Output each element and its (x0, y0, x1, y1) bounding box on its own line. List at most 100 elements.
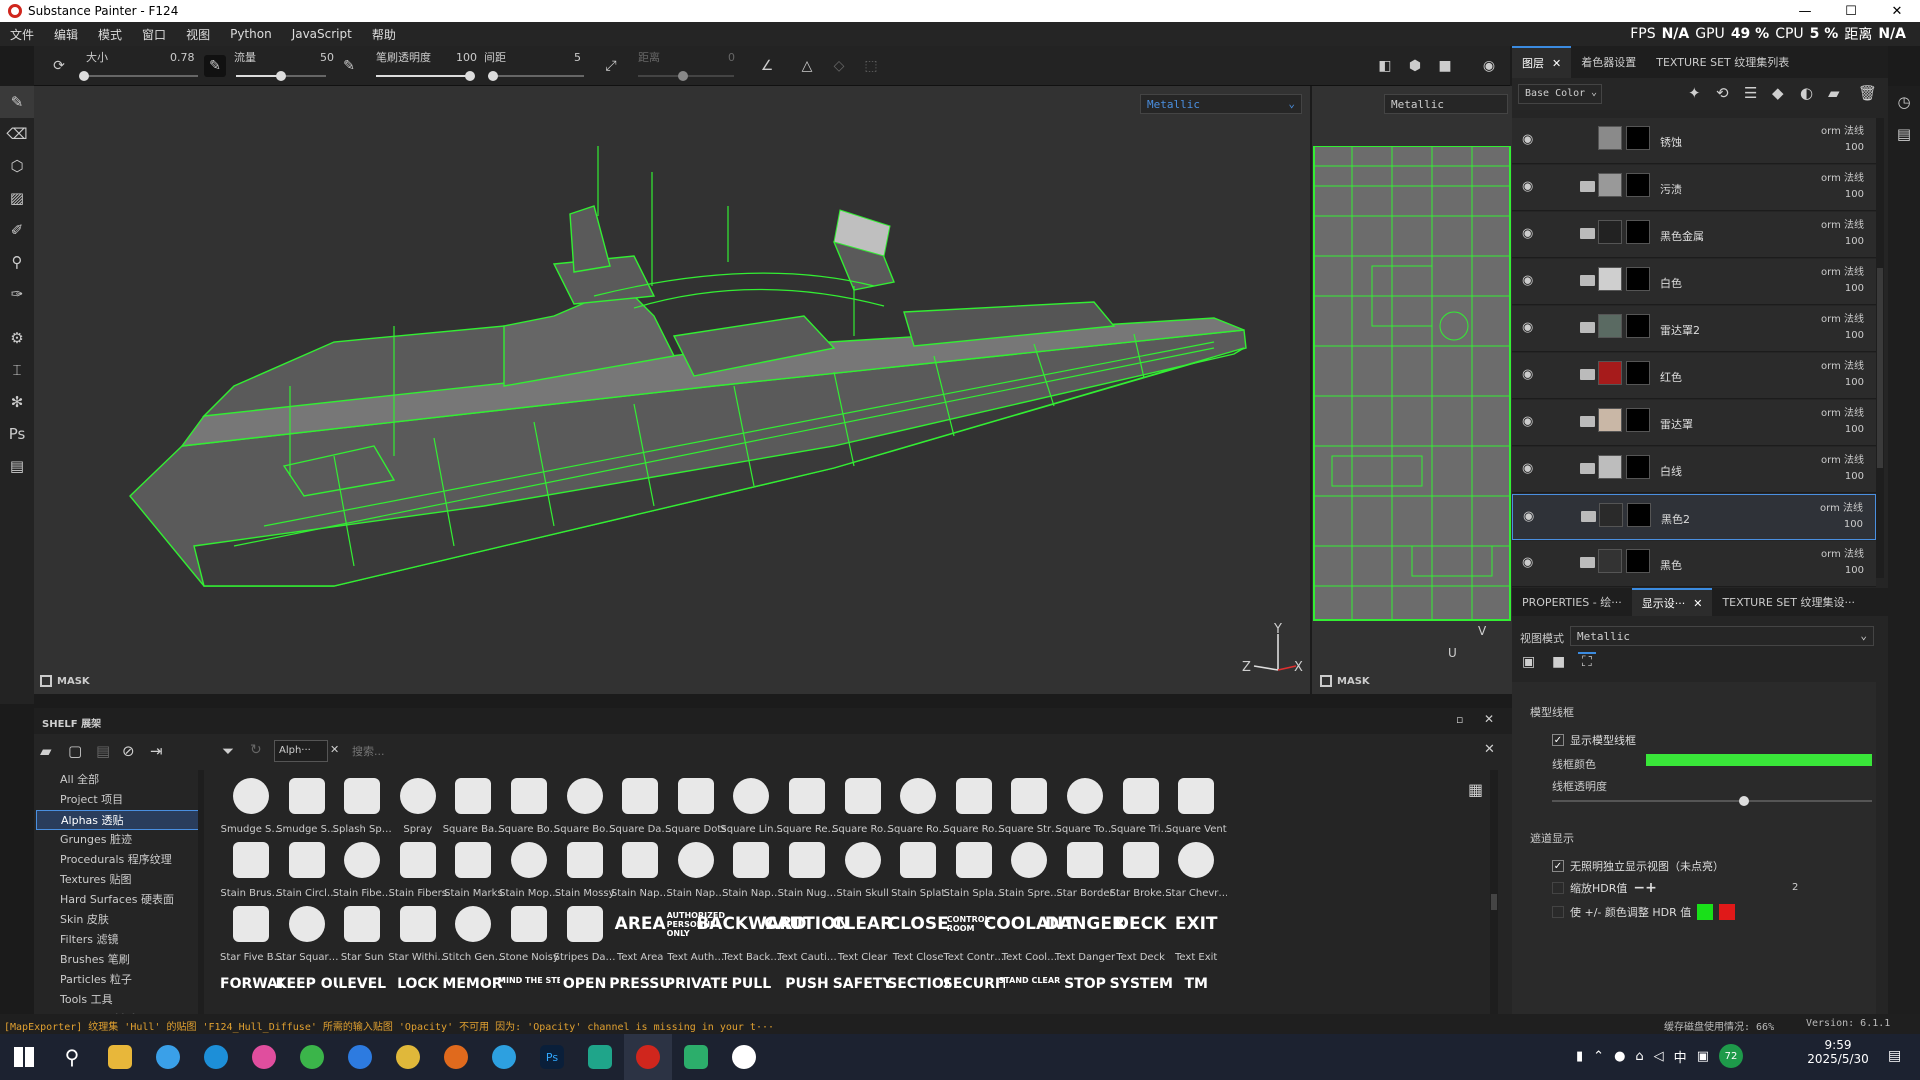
layer-opacity[interactable]: 100 (1845, 330, 1864, 341)
jitter-slider[interactable] (638, 71, 734, 81)
photoshop-taskbar-icon[interactable]: Ps (528, 1034, 576, 1080)
opacity-value[interactable]: 100 (456, 51, 477, 64)
tab-layers[interactable]: 图层 ✕ (1512, 46, 1572, 78)
clear-filter-icon[interactable]: ✕ (330, 743, 339, 756)
firefox-icon[interactable] (432, 1034, 480, 1080)
browser-360-icon[interactable] (144, 1034, 192, 1080)
substance-painter-taskbar-icon[interactable] (624, 1034, 672, 1080)
folder-icon[interactable]: ▰ (40, 742, 52, 760)
menu-mode[interactable]: 模式 (88, 26, 132, 43)
import-icon[interactable]: ⇥ (150, 742, 163, 760)
layer-name[interactable]: 红色 (1660, 369, 1682, 385)
layer-thumbnail[interactable] (1598, 549, 1622, 573)
layer-mask-thumbnail[interactable] (1626, 126, 1650, 150)
wireframe-opacity-slider[interactable] (1552, 796, 1872, 806)
clone-stamp-icon[interactable]: ⚲ (0, 246, 34, 278)
shelf-item[interactable]: SECURITY (943, 962, 1005, 1014)
layer-mask-thumbnail[interactable] (1626, 267, 1650, 291)
layer-opacity[interactable]: 100 (1845, 471, 1864, 482)
cube-view-icon[interactable]: ⬢ (1404, 55, 1426, 77)
shelf-item[interactable]: PULL (720, 962, 782, 1014)
float-panel-icon[interactable]: ▫ (1456, 713, 1463, 726)
shelf-item[interactable]: FORWARD (220, 962, 282, 1014)
symmetry-icon[interactable]: ⟳ (48, 55, 70, 77)
shelf-item[interactable]: SECTION (887, 962, 949, 1014)
spacing-value[interactable]: 5 (574, 51, 581, 64)
environment-icon[interactable]: ▣ (1522, 654, 1535, 670)
layer-row[interactable]: ◉ 锈蚀 orm 法线 100 (1512, 118, 1876, 164)
show-wireframe-toggle[interactable]: ✓ 显示模型线框 (1552, 732, 1636, 748)
close-icon[interactable]: ✕ (1552, 57, 1561, 70)
size-slider[interactable] (79, 71, 198, 81)
shelf-category[interactable]: All 全部 (36, 770, 200, 790)
show-wireframe-checkbox[interactable]: ✓ (1552, 734, 1564, 746)
viewport-2d[interactable]: Metallic V U MASK (1312, 86, 1512, 694)
shelf-category[interactable]: Particles 粒子 (36, 970, 200, 990)
unlit-checkbox[interactable]: ✓ (1552, 860, 1564, 872)
shelf-item[interactable]: PUSH (776, 962, 838, 1014)
shelf-item[interactable]: PRIVATE (665, 962, 727, 1014)
qq-browser-icon[interactable] (336, 1034, 384, 1080)
mask-checkbox[interactable] (40, 675, 52, 687)
mask-toggle[interactable]: MASK (40, 675, 90, 687)
menu-window[interactable]: 窗口 (132, 26, 176, 43)
add-effect-icon[interactable]: ⟲ (1716, 84, 1729, 102)
shelf-item[interactable]: PRESSURE (609, 962, 671, 1014)
designer-icon[interactable] (576, 1034, 624, 1080)
shelf-category[interactable]: Brushes 笔刷 (36, 950, 200, 970)
mask2d-toggle[interactable]: MASK (1320, 675, 1370, 687)
layer-row[interactable]: ◉ 黑色 orm 法线 100 (1512, 541, 1876, 587)
tab-texture-set-settings[interactable]: TEXTURE SET 纹理集设··· (1712, 588, 1865, 616)
wireframe-color-swatch[interactable] (1646, 754, 1872, 766)
layer-opacity[interactable]: 100 (1845, 424, 1864, 435)
layer-row[interactable]: ◉ 雷达罩2 orm 法线 100 (1512, 306, 1876, 352)
tab-shader-settings[interactable]: 着色器设置 (1571, 46, 1646, 78)
clear-search-icon[interactable]: ✕ (1484, 742, 1495, 757)
shelf-item[interactable]: SAFETY (832, 962, 894, 1014)
eye-icon[interactable]: ◉ (1522, 132, 1533, 147)
shelf-category[interactable]: Textures 贴图 (36, 870, 200, 890)
eye-icon[interactable]: ◉ (1522, 555, 1533, 570)
tab-texture-set-list[interactable]: TEXTURE SET 纹理集列表 (1646, 46, 1799, 78)
layer-name[interactable]: 黑色2 (1661, 511, 1690, 527)
menu-help[interactable]: 帮助 (362, 26, 406, 43)
unlit-toggle[interactable]: ✓ 无照明独立显示视图（未点亮） (1552, 858, 1724, 874)
chrome-icon[interactable] (384, 1034, 432, 1080)
shelf-category[interactable]: Procedurals 程序纹理 (36, 850, 200, 870)
hdr-adjust-checkbox[interactable] (1552, 906, 1564, 918)
layer-thumbnail[interactable] (1598, 267, 1622, 291)
layer-opacity[interactable]: 100 (1845, 283, 1864, 294)
camera-settings-icon[interactable]: ■ (1552, 654, 1565, 670)
layer-thumbnail[interactable] (1598, 220, 1622, 244)
layer-name[interactable]: 白色 (1660, 275, 1682, 291)
ie-icon[interactable] (480, 1034, 528, 1080)
eye-icon[interactable]: ◉ (1522, 179, 1533, 194)
opacity-slider[interactable] (376, 71, 475, 81)
layer-name[interactable]: 白线 (1660, 463, 1682, 479)
shelf-category[interactable]: Hard Surfaces 硬表面 (36, 890, 200, 910)
export-icon[interactable]: ▤ (0, 450, 34, 482)
delete-icon[interactable]: 🗑 (1858, 84, 1877, 102)
weather-badge[interactable]: 72 (1718, 1044, 1743, 1068)
category-scrollbar[interactable] (198, 770, 204, 1014)
layer-mask-thumbnail[interactable] (1626, 314, 1650, 338)
shelf-scroll-thumb[interactable] (1491, 894, 1497, 910)
layer-channel-select[interactable]: Base Color ⌄ (1518, 84, 1602, 104)
shelf-item[interactable]: TM (1165, 962, 1227, 1014)
size-value[interactable]: 0.78 (170, 51, 195, 64)
eye-icon[interactable]: ◉ (1522, 273, 1533, 288)
eye-icon[interactable]: ◉ (1522, 461, 1533, 476)
layer-mask-thumbnail[interactable] (1626, 173, 1650, 197)
angle-icon[interactable]: ∠ (756, 55, 778, 77)
layer-blend-mode[interactable]: orm 法线 (1821, 263, 1864, 278)
layer-mask-thumbnail[interactable] (1626, 220, 1650, 244)
eraser-icon[interactable]: ⌫ (0, 118, 34, 150)
layer-opacity[interactable]: 100 (1845, 377, 1864, 388)
menu-file[interactable]: 文件 (0, 26, 44, 43)
transform-icon[interactable]: ⬚ (860, 55, 882, 77)
layer-opacity[interactable]: 100 (1844, 519, 1863, 530)
hdr-scale-checkbox[interactable] (1552, 882, 1564, 894)
shelf-category[interactable]: Alphas 透贴 (36, 810, 200, 830)
menu-edit[interactable]: 编辑 (44, 26, 88, 43)
shelf-category[interactable]: Grunges 脏迹 (36, 830, 200, 850)
